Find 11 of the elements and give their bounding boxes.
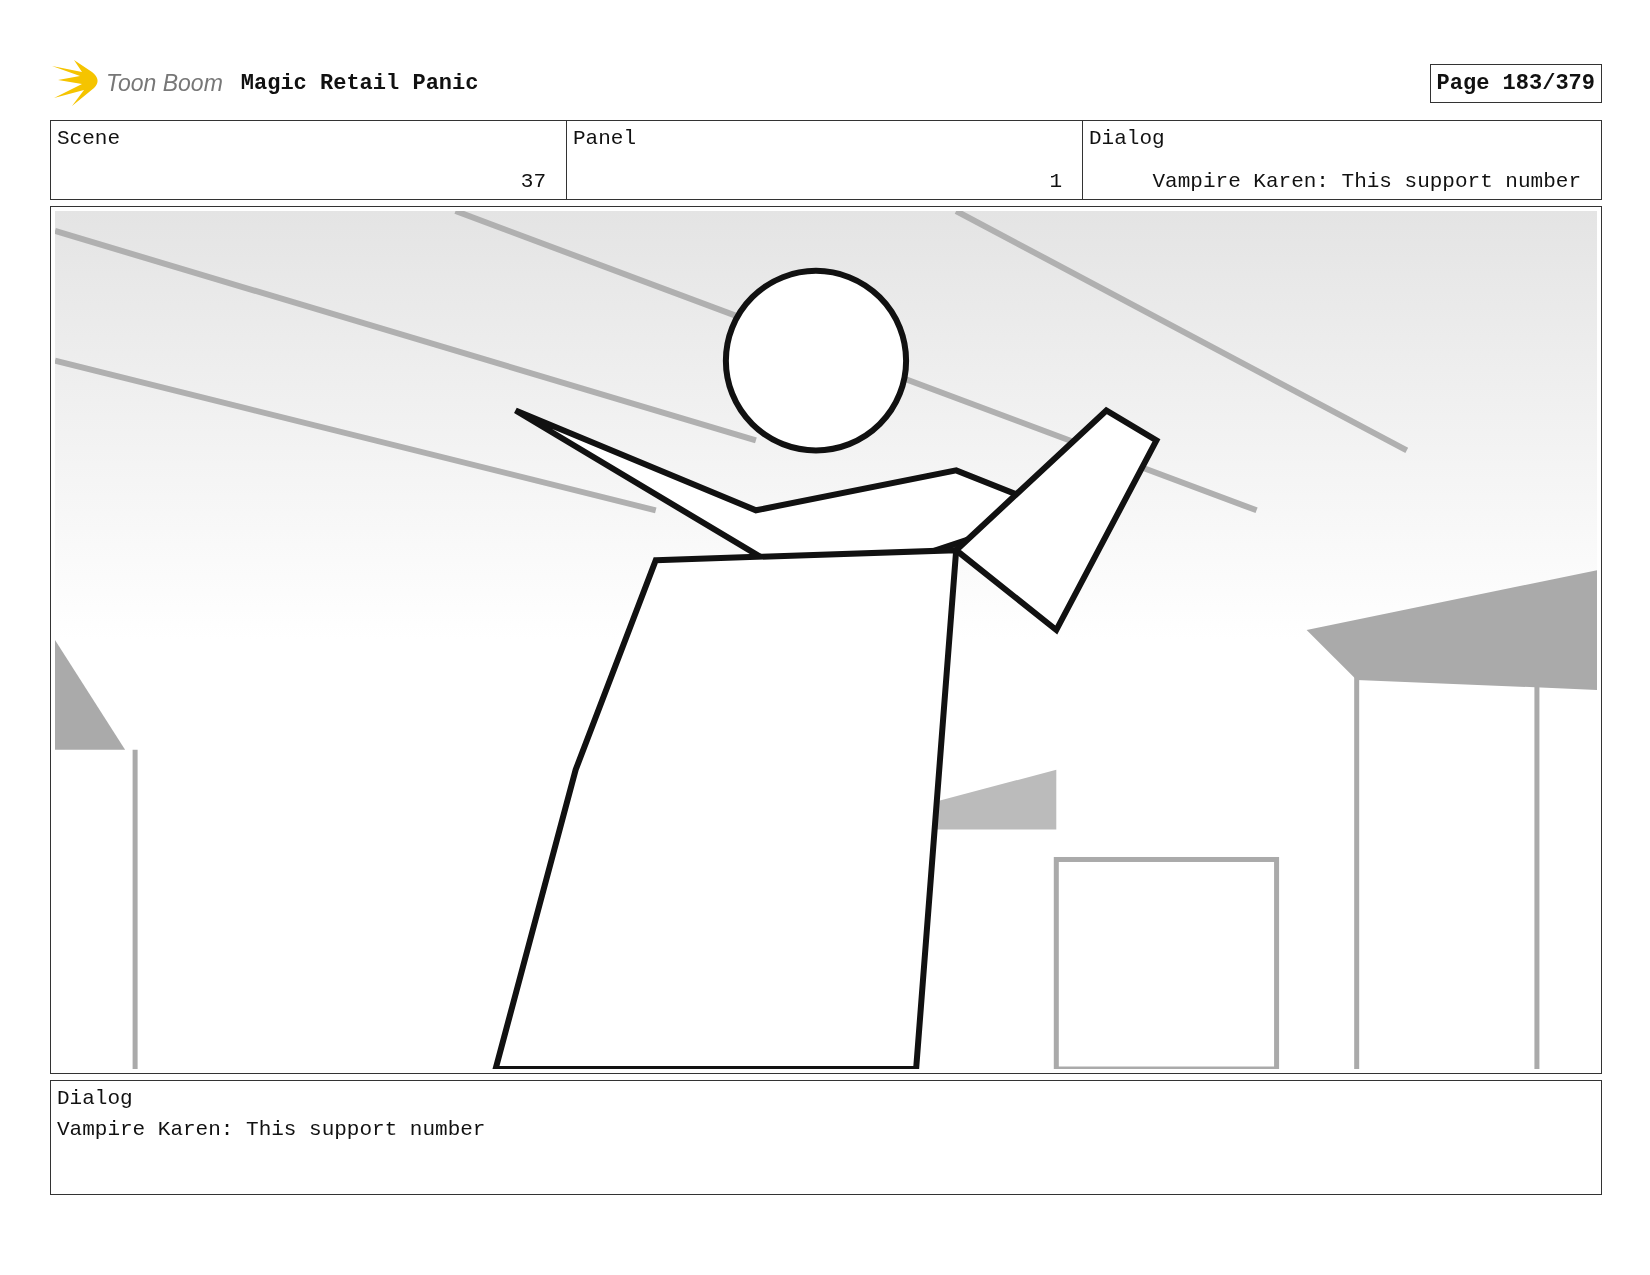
logo-text: Toon Boom: [106, 69, 223, 97]
cell-value: 1: [1048, 170, 1063, 193]
cell-label: Scene: [57, 127, 121, 150]
dialog-label: Dialog: [57, 1087, 134, 1110]
cell-label: Panel: [573, 127, 637, 150]
page-number: Page 183/379: [1429, 63, 1602, 103]
cell-label: Dialog: [1089, 127, 1166, 150]
project-title: Magic Retail Panic: [240, 70, 479, 96]
cell-value: 37: [519, 170, 547, 193]
dialog-text: Vampire Karen: This support number: [57, 1118, 487, 1141]
cell-value: Vampire Karen: This support number: [1151, 170, 1582, 193]
